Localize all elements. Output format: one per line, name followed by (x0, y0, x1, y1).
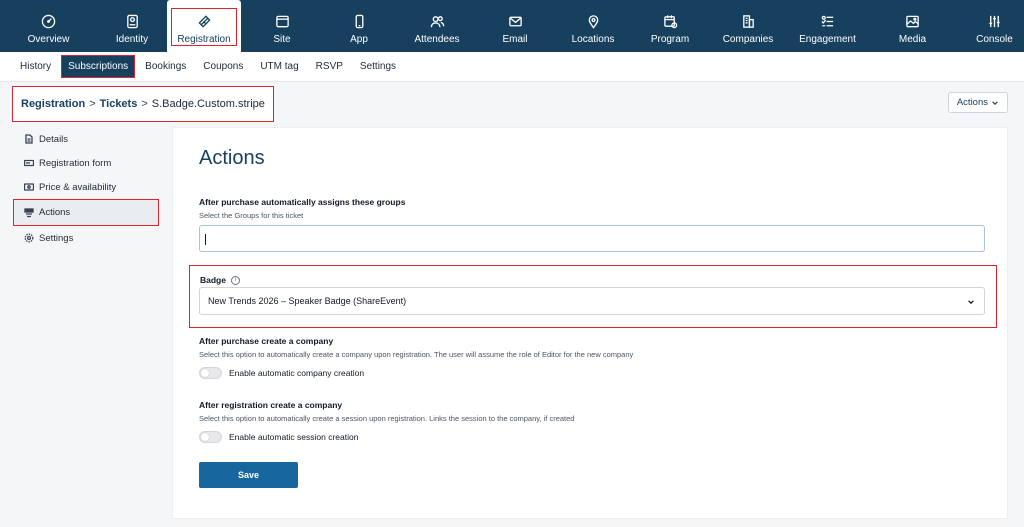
info-icon[interactable]: i (230, 275, 240, 285)
form-icon (24, 159, 34, 167)
nav-label: Email (502, 34, 528, 45)
document-icon (25, 134, 33, 144)
groups-help: Select the Groups for this ticket (199, 211, 304, 220)
badge-label-row: Badge i (200, 275, 240, 285)
actions-button-label: Actions (956, 97, 988, 108)
nav-site[interactable]: Site (241, 0, 323, 52)
sidebar: Details Registration form Price & availa… (13, 127, 164, 250)
engagement-icon (820, 13, 836, 29)
actions-dropdown-button[interactable]: Actions (947, 92, 1008, 113)
breadcrumb-current: S.Badge.Custom.stripe (151, 98, 265, 110)
session-toggle-row: Enable automatic session creation (199, 431, 358, 443)
top-navigation: Overview Identity Registration Site App … (0, 0, 1024, 52)
nav-label: Media (898, 34, 927, 45)
sidebar-item-label: Price & availability (39, 181, 117, 193)
sidebar-item-label: Registration form (39, 157, 112, 169)
chevron-down-icon (968, 300, 974, 305)
breadcrumb-separator: > (141, 98, 148, 110)
chevron-down-icon (992, 100, 998, 105)
sidebar-item-price-availability[interactable]: Price & availability (14, 175, 164, 199)
price-icon (24, 183, 34, 191)
subnav-rsvp[interactable]: RSVP (316, 61, 343, 72)
nav-label: Site (273, 34, 291, 45)
mail-icon (507, 13, 523, 29)
subnav-utm-tag[interactable]: UTM tag (260, 61, 298, 72)
actions-icon (24, 207, 34, 217)
badge-selected-value: New Trends 2026 – Speaker Badge (ShareEv… (208, 296, 407, 306)
building-icon (740, 13, 756, 29)
nav-label: App (350, 34, 368, 45)
nav-label: Attendees (414, 34, 460, 45)
nav-engagement[interactable]: Engagement (791, 0, 864, 52)
sidebar-item-settings[interactable]: Settings (14, 226, 164, 250)
nav-app[interactable]: App (323, 0, 395, 52)
nav-identity[interactable]: Identity (97, 0, 167, 52)
nav-label: Companies (722, 34, 774, 45)
image-icon (905, 13, 921, 29)
sidebar-item-details[interactable]: Details (14, 127, 164, 151)
badge-label: Badge (200, 275, 226, 285)
badge-section: Badge i New Trends 2026 – Speaker Badge … (189, 265, 997, 328)
nav-attendees[interactable]: Attendees (395, 0, 479, 52)
sidebar-item-registration-form[interactable]: Registration form (14, 151, 164, 175)
save-button[interactable]: Save (199, 462, 298, 488)
breadcrumb-separator: > (89, 98, 96, 110)
highlight-box (171, 8, 237, 46)
browser-icon (274, 13, 290, 29)
company-creation-toggle[interactable] (199, 367, 222, 379)
sub-navigation: History Subscriptions Bookings Coupons U… (0, 52, 1024, 82)
nav-label: Overview (27, 34, 70, 45)
toggle-knob (201, 369, 209, 377)
sidebar-item-label: Details (39, 133, 69, 145)
text-caret (205, 234, 206, 245)
sidebar-item-label: Settings (39, 232, 74, 244)
nav-companies[interactable]: Companies (705, 0, 791, 52)
nav-label: Console (976, 34, 1013, 45)
subnav-subscriptions[interactable]: Subscriptions (61, 55, 136, 78)
nav-overview[interactable]: Overview (0, 0, 97, 52)
gear-icon (24, 233, 34, 243)
actions-panel: Actions After purchase automatically ass… (172, 127, 1008, 519)
groups-input[interactable] (199, 225, 985, 252)
subnav-bookings[interactable]: Bookings (145, 61, 186, 72)
session-creation-toggle[interactable] (199, 431, 222, 443)
page-title: Actions (199, 147, 265, 169)
sidebar-item-actions[interactable]: Actions (13, 199, 159, 226)
session-label: After registration create a company (199, 400, 343, 410)
nav-label: Program (650, 34, 690, 45)
id-card-icon (124, 13, 140, 29)
subnav-settings[interactable]: Settings (360, 61, 396, 72)
breadcrumb-bar: Registration > Tickets > S.Badge.Custom.… (0, 83, 1024, 123)
nav-program[interactable]: Program (635, 0, 705, 52)
company-help: Select this option to automatically crea… (199, 350, 634, 359)
session-help: Select this option to automatically crea… (199, 414, 575, 423)
nav-label: Engagement (799, 34, 856, 45)
gauge-icon (41, 13, 57, 29)
users-icon (429, 13, 445, 29)
groups-label: After purchase automatically assigns the… (199, 197, 406, 207)
badge-select[interactable]: New Trends 2026 – Speaker Badge (ShareEv… (199, 287, 985, 315)
nav-label: Locations (571, 34, 615, 45)
breadcrumb-registration[interactable]: Registration (21, 98, 85, 110)
company-label: After purchase create a company (199, 336, 334, 346)
company-toggle-label: Enable automatic company creation (229, 368, 365, 378)
company-toggle-row: Enable automatic company creation (199, 367, 364, 379)
sidebar-item-label: Actions (39, 207, 71, 218)
nav-label: Identity (115, 34, 149, 45)
breadcrumb: Registration > Tickets > S.Badge.Custom.… (12, 86, 274, 122)
nav-console[interactable]: Console (961, 0, 1024, 52)
subnav-coupons[interactable]: Coupons (203, 61, 243, 72)
toggle-knob (201, 433, 209, 441)
pin-icon (585, 13, 601, 29)
breadcrumb-tickets[interactable]: Tickets (100, 98, 138, 110)
sliders-icon (987, 13, 1003, 29)
subnav-history[interactable]: History (20, 61, 51, 72)
nav-media[interactable]: Media (864, 0, 961, 52)
nav-registration[interactable]: Registration (167, 0, 241, 52)
nav-email[interactable]: Email (479, 0, 551, 52)
nav-locations[interactable]: Locations (551, 0, 635, 52)
mobile-icon (351, 13, 367, 29)
session-toggle-label: Enable automatic session creation (229, 432, 359, 442)
calendar-clock-icon (662, 13, 678, 29)
